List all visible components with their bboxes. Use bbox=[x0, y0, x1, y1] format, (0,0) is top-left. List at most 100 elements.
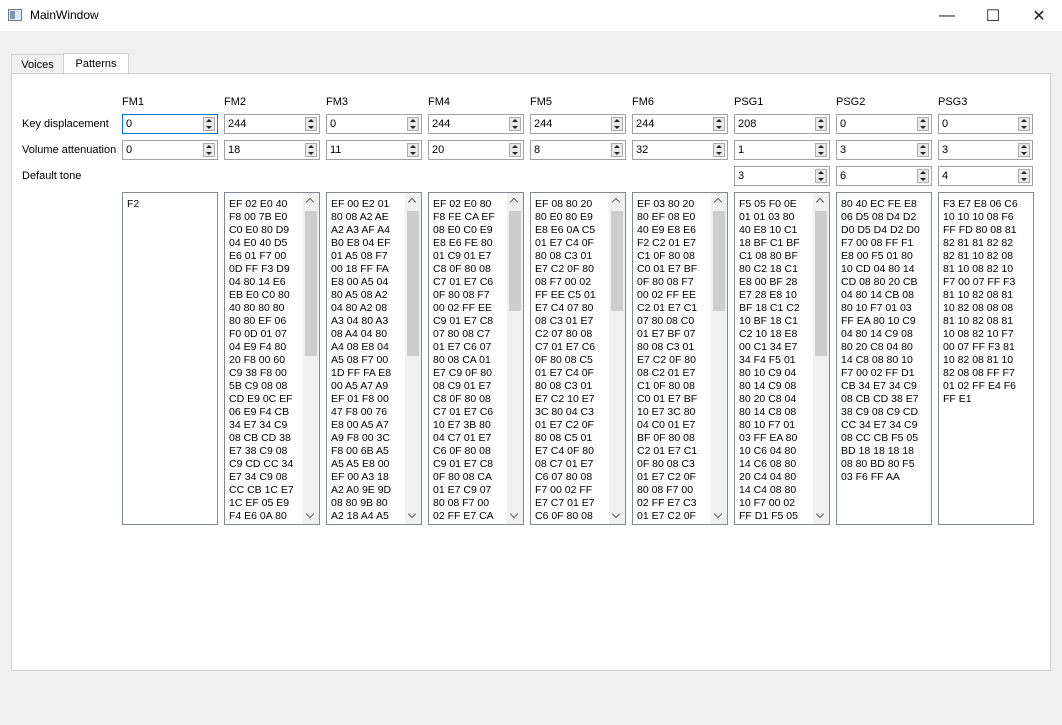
spin-arrows-icon[interactable] bbox=[509, 117, 521, 131]
spin-arrows-icon[interactable] bbox=[509, 143, 521, 157]
scroll-down-icon[interactable] bbox=[405, 508, 421, 524]
spin-arrows-icon[interactable] bbox=[1018, 169, 1030, 183]
pattern-textbox-psg3[interactable]: F3 E7 E8 06 C6 10 10 10 08 F6 FF FD 80 0… bbox=[938, 192, 1034, 525]
vertical-scrollbar[interactable] bbox=[303, 193, 319, 524]
vertical-scrollbar[interactable] bbox=[405, 193, 421, 524]
pattern-text: F5 05 F0 0E 01 01 03 80 40 E8 10 C1 18 B… bbox=[739, 198, 800, 522]
spin-arrows-icon[interactable] bbox=[1018, 117, 1030, 131]
scroll-thumb[interactable] bbox=[815, 211, 827, 356]
pattern-textbox-fm5[interactable]: EF 08 80 20 80 E0 80 E9 E8 E6 0A C5 01 E… bbox=[530, 192, 626, 525]
spin-arrows-icon[interactable] bbox=[305, 117, 317, 131]
default-tone-value: 4 bbox=[942, 170, 949, 182]
key-displacement-spinbox-fm1[interactable]: 0 bbox=[122, 114, 218, 134]
tab-patterns[interactable]: Patterns bbox=[63, 53, 129, 74]
volume-attenuation-value: 11 bbox=[330, 144, 342, 156]
spin-arrows-icon[interactable] bbox=[407, 117, 419, 131]
volume-attenuation-value: 1 bbox=[738, 144, 745, 156]
scroll-up-icon[interactable] bbox=[405, 193, 421, 209]
spin-arrows-icon[interactable] bbox=[713, 143, 725, 157]
key-displacement-spinbox-fm2[interactable]: 244 bbox=[224, 114, 320, 134]
pattern-textbox-fm1[interactable]: F2 bbox=[122, 192, 218, 525]
key-displacement-spinbox-fm4[interactable]: 244 bbox=[428, 114, 524, 134]
pattern-textbox-fm3[interactable]: EF 00 E2 01 80 08 A2 AE A2 A3 AF A4 B0 E… bbox=[326, 192, 422, 525]
close-button[interactable]: ✕ bbox=[1016, 0, 1062, 31]
pattern-textbox-fm4[interactable]: EF 02 E0 80 F8 FE CA EF 08 E0 C0 E9 E8 E… bbox=[428, 192, 524, 525]
scroll-up-icon[interactable] bbox=[507, 193, 523, 209]
key-displacement-value: 0 bbox=[330, 118, 337, 130]
app-icon bbox=[8, 9, 22, 21]
spin-arrows-icon[interactable] bbox=[305, 143, 317, 157]
scroll-up-icon[interactable] bbox=[711, 193, 727, 209]
pattern-textbox-fm6[interactable]: EF 03 80 20 80 EF 08 E0 40 E9 E8 E6 F2 C… bbox=[632, 192, 728, 525]
spin-arrows-icon[interactable] bbox=[815, 169, 827, 183]
vertical-scrollbar[interactable] bbox=[813, 193, 829, 524]
scroll-down-icon[interactable] bbox=[609, 508, 625, 524]
volume-attenuation-value: 3 bbox=[942, 144, 949, 156]
scroll-thumb[interactable] bbox=[509, 211, 521, 311]
volume-attenuation-spinbox-fm6[interactable]: 32 bbox=[632, 140, 728, 160]
volume-attenuation-spinbox-fm4[interactable]: 20 bbox=[428, 140, 524, 160]
spin-arrows-icon[interactable] bbox=[203, 117, 215, 131]
spin-arrows-icon[interactable] bbox=[1018, 143, 1030, 157]
key-displacement-value: 0 bbox=[942, 118, 949, 130]
default-tone-spinbox-psg3[interactable]: 4 bbox=[938, 166, 1033, 186]
scroll-thumb[interactable] bbox=[305, 211, 317, 356]
key-displacement-spinbox-psg1[interactable]: 208 bbox=[734, 114, 830, 134]
channel-header-psg3: PSG3 bbox=[938, 96, 968, 108]
vertical-scrollbar[interactable] bbox=[711, 193, 727, 524]
key-displacement-spinbox-fm3[interactable]: 0 bbox=[326, 114, 422, 134]
pattern-text: F3 E7 E8 06 C6 10 10 10 08 F6 FF FD 80 0… bbox=[943, 198, 1018, 405]
scroll-down-icon[interactable] bbox=[711, 508, 727, 524]
default-tone-spinbox-psg2[interactable]: 6 bbox=[836, 166, 932, 186]
key-displacement-spinbox-psg2[interactable]: 0 bbox=[836, 114, 932, 134]
volume-attenuation-spinbox-psg1[interactable]: 1 bbox=[734, 140, 830, 160]
volume-attenuation-value: 32 bbox=[636, 144, 649, 156]
pattern-textbox-psg1[interactable]: F5 05 F0 0E 01 01 03 80 40 E8 10 C1 18 B… bbox=[734, 192, 830, 525]
spin-arrows-icon[interactable] bbox=[815, 143, 827, 157]
volume-attenuation-spinbox-fm5[interactable]: 8 bbox=[530, 140, 626, 160]
key-displacement-spinbox-psg3[interactable]: 0 bbox=[938, 114, 1033, 134]
tab-voices[interactable]: Voices bbox=[11, 54, 64, 74]
scroll-down-icon[interactable] bbox=[813, 508, 829, 524]
spin-arrows-icon[interactable] bbox=[917, 143, 929, 157]
row-label-key-displacement: Key displacement bbox=[22, 118, 109, 130]
spin-arrows-icon[interactable] bbox=[611, 143, 623, 157]
key-displacement-spinbox-fm5[interactable]: 244 bbox=[530, 114, 626, 134]
channel-header-fm6: FM6 bbox=[632, 96, 654, 108]
scroll-thumb[interactable] bbox=[407, 211, 419, 356]
scroll-thumb[interactable] bbox=[611, 211, 623, 311]
volume-attenuation-spinbox-fm2[interactable]: 18 bbox=[224, 140, 320, 160]
volume-attenuation-spinbox-fm3[interactable]: 11 bbox=[326, 140, 422, 160]
scroll-down-icon[interactable] bbox=[507, 508, 523, 524]
vertical-scrollbar[interactable] bbox=[507, 193, 523, 524]
scroll-up-icon[interactable] bbox=[813, 193, 829, 209]
volume-attenuation-value: 3 bbox=[840, 144, 847, 156]
channel-header-fm5: FM5 bbox=[530, 96, 552, 108]
scroll-thumb[interactable] bbox=[713, 211, 725, 311]
spin-arrows-icon[interactable] bbox=[611, 117, 623, 131]
spin-arrows-icon[interactable] bbox=[713, 117, 725, 131]
vertical-scrollbar[interactable] bbox=[609, 193, 625, 524]
channel-header-fm4: FM4 bbox=[428, 96, 450, 108]
scroll-up-icon[interactable] bbox=[303, 193, 319, 209]
spin-arrows-icon[interactable] bbox=[917, 169, 929, 183]
spin-arrows-icon[interactable] bbox=[407, 143, 419, 157]
default-tone-spinbox-psg1[interactable]: 3 bbox=[734, 166, 830, 186]
scroll-up-icon[interactable] bbox=[609, 193, 625, 209]
volume-attenuation-spinbox-psg3[interactable]: 3 bbox=[938, 140, 1033, 160]
spin-arrows-icon[interactable] bbox=[203, 143, 215, 157]
volume-attenuation-spinbox-fm1[interactable]: 0 bbox=[122, 140, 218, 160]
key-displacement-value: 244 bbox=[228, 118, 247, 130]
spin-arrows-icon[interactable] bbox=[815, 117, 827, 131]
minimize-button[interactable]: — bbox=[924, 0, 970, 31]
scroll-down-icon[interactable] bbox=[303, 508, 319, 524]
spin-arrows-icon[interactable] bbox=[917, 117, 929, 131]
volume-attenuation-value: 0 bbox=[126, 144, 133, 156]
key-displacement-spinbox-fm6[interactable]: 244 bbox=[632, 114, 728, 134]
volume-attenuation-spinbox-psg2[interactable]: 3 bbox=[836, 140, 932, 160]
pattern-textbox-psg2[interactable]: 80 40 EC FE E8 06 D5 08 D4 D2 D0 D5 D4 D… bbox=[836, 192, 932, 525]
close-icon: ✕ bbox=[1032, 7, 1046, 25]
maximize-button[interactable]: ☐ bbox=[970, 0, 1016, 31]
pattern-textbox-fm2[interactable]: EF 02 E0 40 F8 00 7B E0 C0 E0 80 D9 04 E… bbox=[224, 192, 320, 525]
channel-header-psg1: PSG1 bbox=[734, 96, 764, 108]
